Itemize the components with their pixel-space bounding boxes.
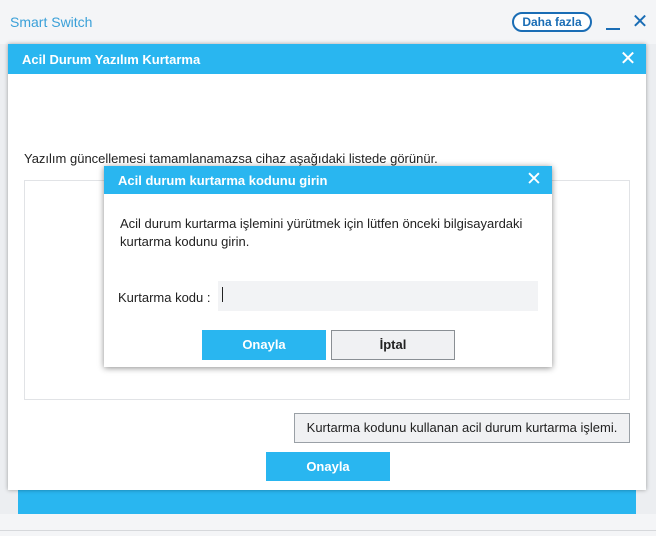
confirm-button[interactable]: Onayla [266, 452, 390, 481]
app-title-bar: Smart Switch Daha fazla ✕ [0, 0, 656, 44]
modal-cancel-button[interactable]: İptal [331, 330, 455, 360]
modal-header: Acil durum kurtarma kodunu girin ✕ [104, 166, 552, 194]
modal-confirm-button[interactable]: Onayla [202, 330, 326, 360]
modal-message: Acil durum kurtarma işlemini yürütmek iç… [120, 216, 523, 249]
recovery-code-label: Kurtarma kodu : [118, 290, 211, 305]
dialog-title: Acil Durum Yazılım Kurtarma [22, 52, 201, 67]
dialog-close-icon[interactable]: ✕ [618, 49, 638, 69]
background-strip [18, 490, 636, 514]
modal-close-icon[interactable]: ✕ [524, 170, 544, 190]
bottom-bar [0, 514, 656, 536]
enter-recovery-code-dialog: Acil durum kurtarma kodunu girin ✕ Acil … [104, 166, 552, 367]
text-caret [222, 287, 223, 302]
close-icon[interactable]: ✕ [630, 12, 650, 32]
divider [0, 530, 656, 531]
app-title: Smart Switch [10, 14, 93, 30]
recovery-code-input[interactable] [218, 281, 538, 311]
minimize-icon[interactable] [604, 14, 622, 32]
dialog-message: Yazılım güncellemesi tamamlanamazsa ciha… [24, 151, 438, 166]
dialog-header: Acil Durum Yazılım Kurtarma ✕ [8, 44, 646, 74]
recovery-code-procedure-button[interactable]: Kurtarma kodunu kullanan acil durum kurt… [294, 413, 630, 443]
more-button[interactable]: Daha fazla [512, 12, 592, 32]
modal-title: Acil durum kurtarma kodunu girin [118, 173, 328, 188]
